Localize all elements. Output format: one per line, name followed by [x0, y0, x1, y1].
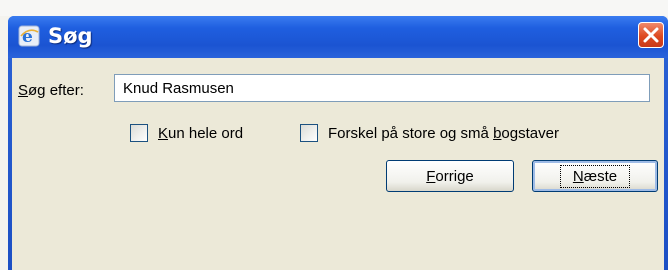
previous-label: Forrige — [426, 167, 474, 185]
close-button[interactable] — [638, 22, 664, 48]
dialog-body: Søg efter: Kun hele ord Forskel på store… — [12, 58, 664, 270]
whole-word-option[interactable]: Kun hele ord — [130, 120, 243, 146]
match-case-checkbox[interactable] — [300, 124, 318, 142]
match-case-label: Forskel på store og små bogstaver — [328, 124, 559, 142]
whole-word-checkbox[interactable] — [130, 124, 148, 142]
match-case-option[interactable]: Forskel på store og små bogstaver — [300, 120, 559, 146]
search-input[interactable] — [114, 74, 650, 102]
close-icon — [643, 27, 659, 43]
previous-button[interactable]: Forrige — [386, 160, 514, 192]
background-strip — [0, 0, 668, 16]
next-button[interactable]: Næste — [532, 160, 658, 192]
window-title: Søg — [48, 24, 93, 48]
internet-explorer-icon: e — [18, 25, 40, 47]
title-bar[interactable]: e Søg — [8, 16, 668, 58]
search-label: Søg efter: — [18, 82, 84, 99]
whole-word-label: Kun hele ord — [158, 124, 244, 142]
find-dialog: e Søg Søg efter: Kun hele ord Forskel på… — [8, 16, 668, 270]
next-label: Næste — [559, 164, 631, 188]
